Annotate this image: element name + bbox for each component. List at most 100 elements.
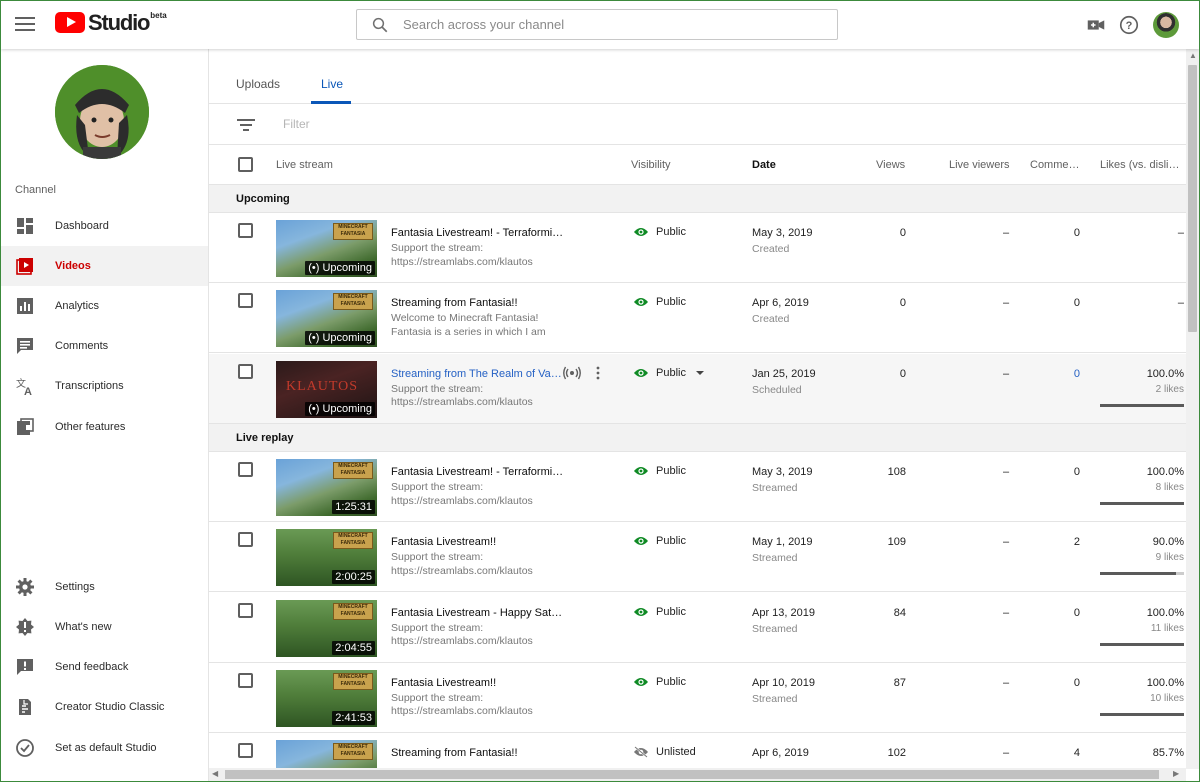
select-all-checkbox[interactable] [238,157,253,172]
row-checkbox[interactable] [238,672,253,688]
horizontal-scrollbar[interactable]: ◀ ▶ [209,768,1186,781]
filter-input[interactable] [283,117,583,131]
scroll-up-arrow-icon[interactable]: ▲ [1189,51,1197,60]
column-comments[interactable]: Comme… [1030,159,1080,171]
row-checkbox[interactable] [238,602,253,618]
video-thumbnail[interactable]: MINECRAFT FANTASIA 2:00:25 [276,529,377,587]
views-count: 0 [899,227,906,239]
top-bar: Studio beta ? [1,1,1199,49]
hamburger-menu-icon[interactable] [15,14,35,34]
scroll-left-arrow-icon[interactable]: ◀ [212,769,218,778]
row-checkbox[interactable] [238,223,253,238]
table-row[interactable]: MINECRAFT FANTASIA 2:04:55 Fantasia Livest… [209,592,1186,663]
search-box[interactable] [356,9,838,40]
create-video-icon[interactable] [1085,14,1107,36]
sidebar-item-other-features[interactable]: Other features [1,407,208,447]
channel-label: Channel [15,184,56,196]
video-title[interactable]: Fantasia Livestream - Happy Sat… [391,607,562,619]
video-title[interactable]: Streaming from Fantasia!! [391,297,518,309]
sidebar-item-settings[interactable]: Settings [1,567,208,607]
likes-percent: – [1177,227,1184,239]
live-broadcast-icon[interactable] [563,366,581,380]
row-checkbox[interactable] [238,462,253,477]
search-input[interactable] [403,17,803,32]
scroll-right-arrow-icon[interactable]: ▶ [1173,769,1179,778]
account-avatar[interactable] [1153,12,1179,38]
video-thumbnail[interactable]: MINECRAFT FANTASIA 2:04:55 [276,599,377,657]
video-thumbnail[interactable]: KLAUTOS (•) Upcoming [276,360,377,418]
column-likes[interactable]: Likes (vs. disli… [1100,159,1179,171]
sidebar-item-dashboard[interactable]: Dashboard [1,206,208,246]
table-row[interactable]: MINECRAFT FANTASIA 2:00:25 Fantasia Livest… [209,522,1186,593]
sidebar-item-creator-studio-classic[interactable]: Creator Studio Classic [1,687,208,727]
description-line: https://streamlabs.com/klautos [391,564,533,577]
svg-text:?: ? [1126,20,1133,32]
table-row[interactable]: MINECRAFT FANTASIA 2:41:53 Fantasia Livest… [209,662,1186,733]
more-options-icon[interactable] [595,366,601,380]
sidebar-item-label: Send feedback [55,661,129,673]
help-icon[interactable]: ? [1118,14,1140,36]
visibility-label: Public [656,675,686,688]
video-title[interactable]: Streaming from The Realm of Va… [391,368,562,380]
table-row[interactable]: KLAUTOS (•) Upcoming Streaming from The Re… [209,353,1186,424]
video-thumbnail[interactable]: MINECRAFT FANTASIA 2:41:53 [276,669,377,727]
sidebar-item-comments[interactable]: Comments [1,326,208,366]
visibility-cell: Public [633,535,686,547]
sidebar-item-videos[interactable]: Videos [1,246,208,286]
video-thumbnail[interactable]: MINECRAFT FANTASIA [276,740,377,769]
thumbnail-logo: MINECRAFT FANTASIA [333,293,373,311]
column-views[interactable]: Views [876,159,905,171]
classic-studio-icon [19,699,31,715]
visibility-cell[interactable]: Public [633,367,704,379]
row-checkbox[interactable] [238,293,253,309]
youtube-studio-logo[interactable]: Studio beta [55,11,167,34]
table-row[interactable]: MINECRAFT FANTASIA (•) Upcoming Streaming … [209,283,1186,354]
public-eye-icon [634,537,648,546]
video-thumbnail[interactable]: MINECRAFT FANTASIA (•) Upcoming [276,290,377,348]
video-title[interactable]: Streaming from Fantasia!! [391,747,518,759]
vertical-scroll-thumb[interactable] [1188,65,1197,332]
live-viewers-count: – [1003,747,1010,760]
sidebar-item-label: Settings [55,581,95,593]
column-visibility[interactable]: Visibility [631,159,671,171]
description-line: Welcome to Minecraft Fantasia! [391,312,539,325]
date-status: Streamed [752,482,798,494]
table-row[interactable]: MINECRAFT FANTASIA 1:25:31 Fantasia Livest… [209,452,1186,522]
sidebar-item-send-feedback[interactable]: Send feedback [1,647,208,687]
row-checkbox[interactable] [238,363,253,379]
search-icon [372,17,388,32]
video-description: Support the stream: https://streamlabs.co… [391,242,533,269]
column-live-stream[interactable]: Live stream [276,159,333,171]
video-thumbnail[interactable]: MINECRAFT FANTASIA (•) Upcoming [276,220,377,277]
description-line: https://streamlabs.com/klautos [391,396,533,409]
table-row[interactable]: MINECRAFT FANTASIA (•) Upcoming Fantasia L… [209,213,1186,283]
column-live-viewers[interactable]: Live viewers [949,159,1010,171]
vertical-scrollbar[interactable]: ▲ [1186,49,1199,769]
views-count: 108 [887,466,906,478]
table-header: Live stream Visibility Date Views Live v… [209,145,1186,185]
live-viewers-count: – [1003,676,1010,689]
sidebar-item-transcriptions[interactable]: 文A Transcriptions [1,366,208,406]
video-thumbnail[interactable]: MINECRAFT FANTASIA 1:25:31 [276,459,377,516]
sidebar-item-set-default-studio[interactable]: Set as default Studio [1,728,208,768]
video-title[interactable]: Fantasia Livestream!! [391,536,496,548]
row-checkbox[interactable] [238,743,253,759]
tab-live[interactable]: Live [321,77,343,91]
comments-count[interactable]: 0 [1074,368,1080,380]
channel-avatar[interactable] [55,65,149,159]
filter-icon[interactable] [237,117,255,133]
column-date[interactable]: Date [752,159,776,171]
sidebar-item-whats-new[interactable]: What's new [1,607,208,647]
video-title[interactable]: Fantasia Livestream! - Terraformi… [391,466,563,478]
video-title[interactable]: Fantasia Livestream!! [391,677,496,689]
video-title[interactable]: Fantasia Livestream! - Terraformi… [391,227,563,239]
likes-percent: 85.7% [1152,747,1184,760]
date-value: May 1, 2019 [752,536,813,549]
tab-uploads[interactable]: Uploads [236,77,280,91]
row-checkbox[interactable] [238,532,253,548]
table-row[interactable]: MINECRAFT FANTASIA Streaming from Fantasi… [209,733,1186,769]
horizontal-scroll-thumb[interactable] [225,770,1159,779]
visibility-dropdown-caret-icon[interactable] [695,370,704,375]
sidebar-item-analytics[interactable]: Analytics [1,286,208,326]
date-value: Apr 6, 2019 [752,297,809,310]
